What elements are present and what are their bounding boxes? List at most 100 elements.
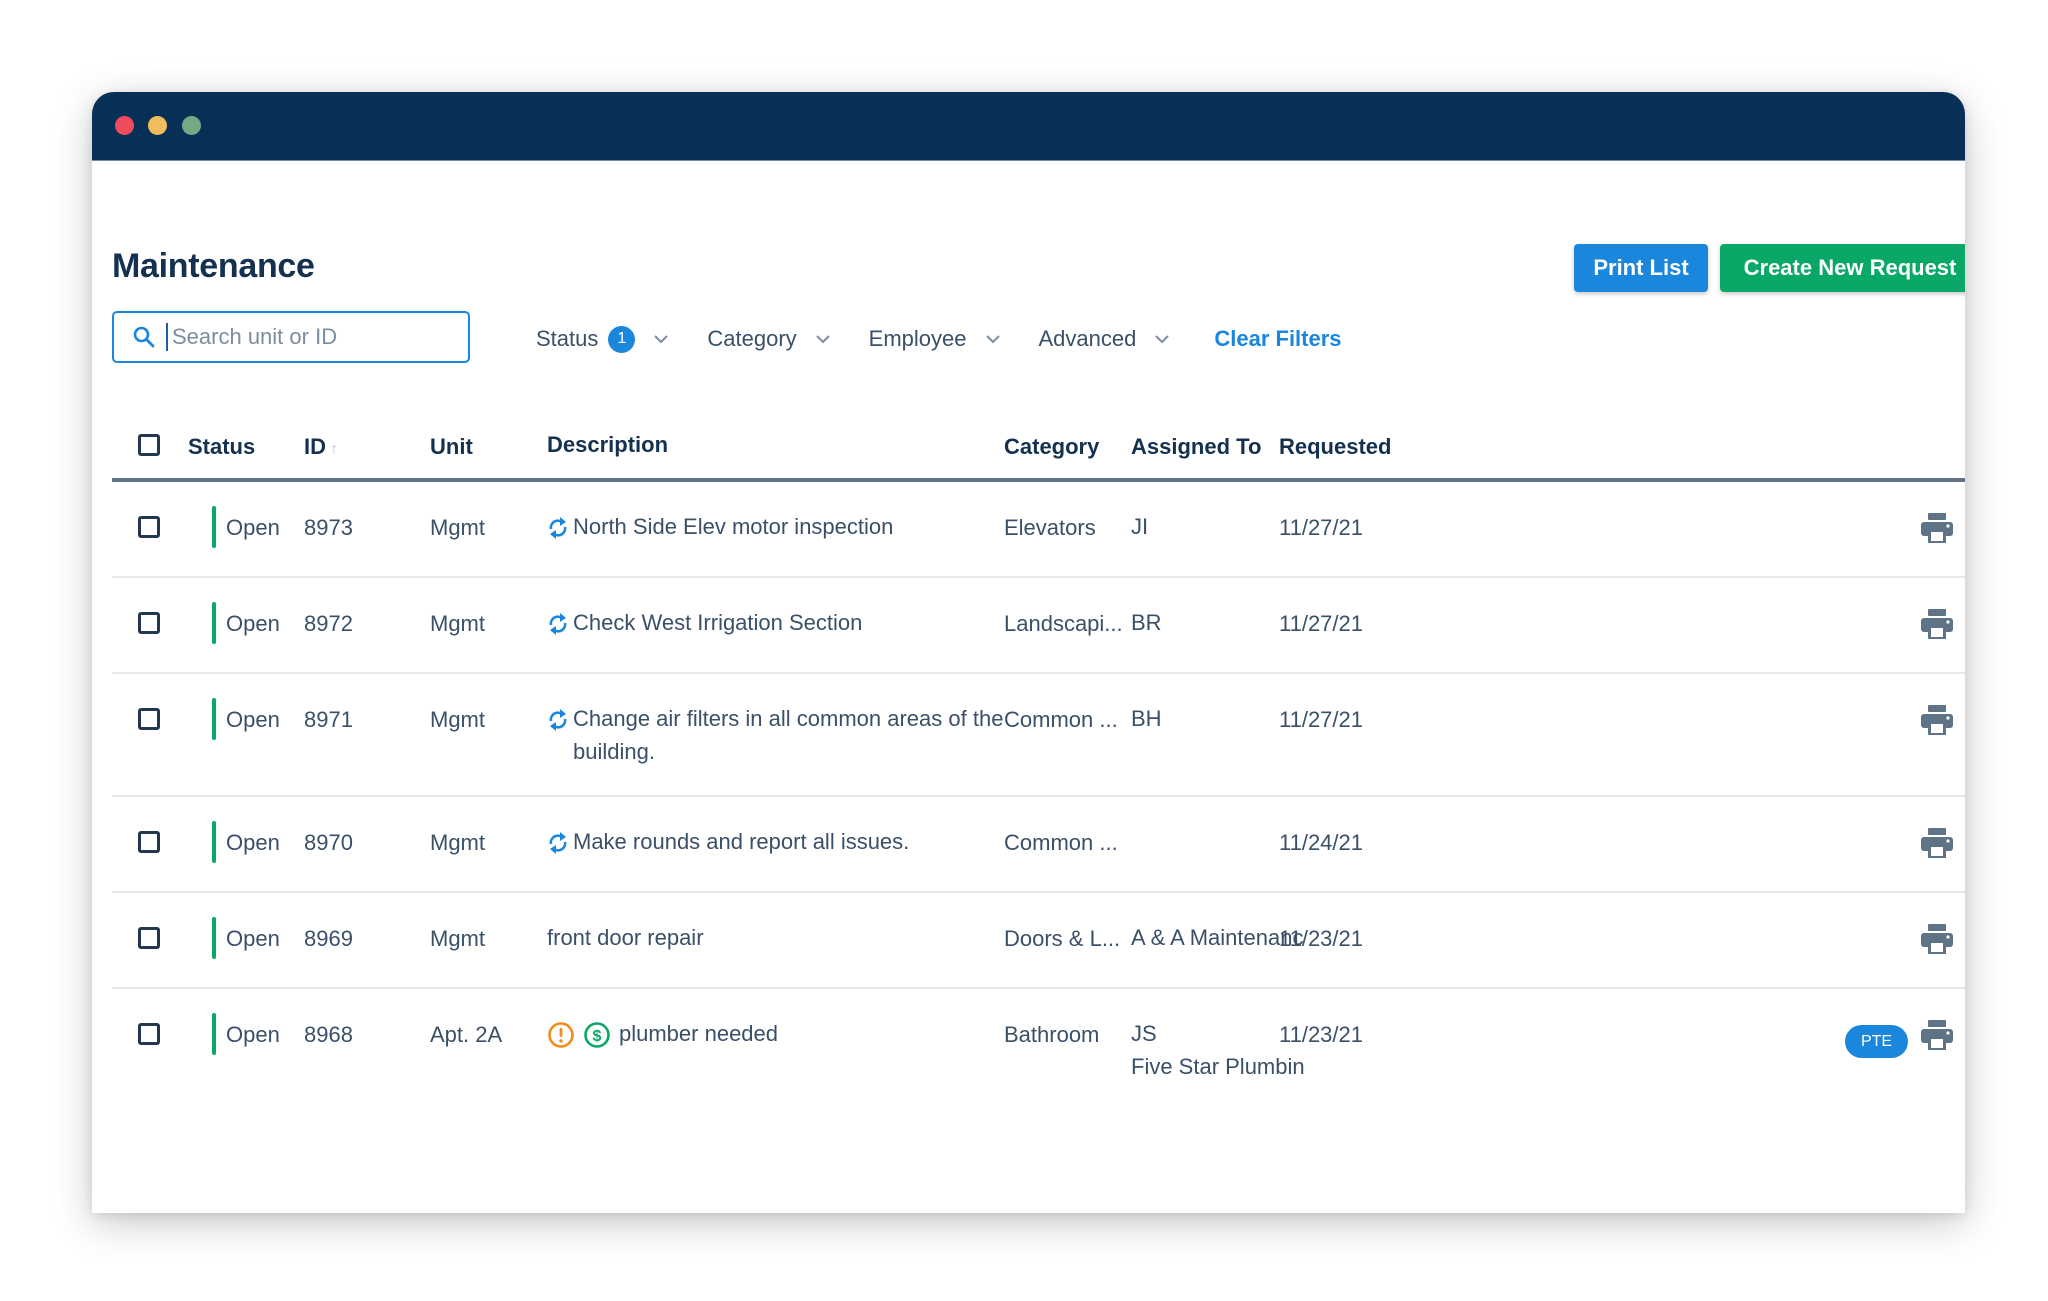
description-cell: $ plumber needed [547, 1017, 1017, 1058]
urgent-alert-icon [548, 1022, 574, 1048]
description-text: Change air filters in all common areas o… [573, 706, 1004, 764]
status-indicator [212, 1013, 216, 1055]
row-checkbox[interactable] [138, 612, 160, 634]
table-row[interactable]: Open 8972 Mgmt Check West Irrigation Sec… [112, 578, 1965, 674]
column-header-id-label: ID [304, 434, 326, 459]
category-cell: Common ... [1004, 830, 1118, 855]
assignee-name: BR [1131, 610, 1162, 635]
id-cell: 8971 [304, 707, 353, 732]
row-checkbox[interactable] [138, 708, 160, 730]
search-input[interactable] [170, 323, 434, 351]
printer-icon [1921, 828, 1953, 858]
description-cell: Check West Irrigation Section [547, 606, 1017, 645]
chevron-down-icon [654, 335, 669, 344]
row-checkbox[interactable] [138, 831, 160, 853]
table-row[interactable]: Open 8969 Mgmt front door repair Doors &… [112, 893, 1965, 989]
table-row[interactable]: Open 8971 Mgmt Change air filters in all… [112, 674, 1965, 797]
id-cell: 8970 [304, 830, 353, 855]
maintenance-table: Status ID ↑ Unit Description Category Ass… [112, 412, 1965, 1109]
minimize-window-button[interactable] [148, 116, 167, 135]
requested-date-cell: 11/27/21 [1279, 515, 1364, 540]
assignee-name: JI [1131, 514, 1149, 539]
advanced-filter-label: Advanced [1038, 326, 1137, 351]
assignee-name: A & A Maintenanc [1131, 925, 1304, 950]
vendor-name: Five Star Plumbin [1131, 1054, 1305, 1079]
billable-dollar-icon: $ [584, 1022, 610, 1048]
title-bar [92, 92, 1965, 161]
description-text: Make rounds and report all issues. [573, 829, 910, 854]
assigned-to-cell: JI [1131, 510, 1148, 543]
select-all-checkbox[interactable] [138, 434, 160, 456]
column-header-status[interactable]: Status [188, 434, 255, 460]
column-header-unit[interactable]: Unit [430, 434, 473, 460]
requested-date-cell: 11/23/21 [1279, 1022, 1364, 1047]
unit-cell: Mgmt [430, 707, 485, 732]
table-row[interactable]: Open 8973 Mgmt North Side Elev motor ins… [112, 482, 1965, 578]
assigned-to-cell: BH [1131, 702, 1162, 735]
row-checkbox[interactable] [138, 927, 160, 949]
id-cell: 8968 [304, 1022, 353, 1047]
description-cell: Change air filters in all common areas o… [547, 702, 1017, 768]
assignee-name: BH [1131, 706, 1162, 731]
column-header-assigned-to[interactable]: Assigned To [1131, 434, 1261, 460]
unit-cell: Mgmt [430, 515, 485, 540]
category-cell: Bathroom [1004, 1022, 1100, 1047]
status-cell: Open [226, 926, 280, 951]
category-filter-dropdown[interactable]: Category [707, 326, 830, 352]
printer-icon [1921, 513, 1953, 543]
maximize-window-button[interactable] [182, 116, 201, 135]
print-request-button[interactable] [1920, 923, 1954, 960]
category-cell: Landscapi... [1004, 611, 1123, 636]
table-row[interactable]: Open 8968 Apt. 2A $ plumber needed Bathro… [112, 989, 1965, 1109]
create-new-request-button[interactable]: Create New Request [1720, 244, 1965, 292]
search-field[interactable] [112, 311, 470, 363]
advanced-filter-dropdown[interactable]: Advanced [1039, 326, 1171, 352]
clear-filters-link[interactable]: Clear Filters [1214, 326, 1341, 352]
printer-icon [1921, 609, 1953, 639]
description-cell: Make rounds and report all issues. [547, 825, 1017, 864]
close-window-button[interactable] [115, 116, 134, 135]
status-filter-dropdown[interactable]: Status 1 [536, 325, 669, 353]
print-list-button[interactable]: Print List [1574, 244, 1708, 292]
row-checkbox[interactable] [138, 516, 160, 538]
printer-icon [1921, 1020, 1953, 1050]
unit-cell: Apt. 2A [430, 1022, 503, 1047]
column-header-id[interactable]: ID ↑ [304, 434, 338, 460]
table-row[interactable]: Open 8970 Mgmt Make rounds and report al… [112, 797, 1965, 893]
chevron-down-icon [815, 335, 830, 344]
row-checkbox[interactable] [138, 1023, 160, 1045]
page-title: Maintenance [112, 247, 315, 285]
status-cell: Open [226, 515, 280, 540]
print-request-button[interactable] [1920, 608, 1954, 645]
filter-bar: Status 1 Category Employee Advanced Clea… [536, 320, 1342, 358]
category-cell: Elevators [1004, 515, 1096, 540]
print-request-button[interactable] [1920, 512, 1954, 549]
table-body: Open 8973 Mgmt North Side Elev motor ins… [112, 482, 1965, 1109]
printer-icon [1921, 924, 1953, 954]
search-icon [133, 326, 155, 348]
pte-badge: PTE [1845, 1025, 1908, 1058]
description-cell: North Side Elev motor inspection [547, 510, 1017, 549]
description-text: plumber needed [619, 1021, 779, 1046]
status-filter-count-badge: 1 [608, 325, 636, 353]
column-header-category[interactable]: Category [1004, 434, 1099, 460]
column-header-requested[interactable]: Requested [1279, 434, 1391, 460]
status-indicator [212, 821, 216, 863]
description-text: front door repair [547, 925, 704, 950]
app-window: Maintenance Print List Create New Reques… [92, 92, 1965, 1213]
column-header-description[interactable]: Description [547, 432, 668, 458]
status-indicator [212, 698, 216, 740]
employee-filter-dropdown[interactable]: Employee [869, 326, 1001, 352]
print-request-button[interactable] [1920, 827, 1954, 864]
assigned-to-cell: BR [1131, 606, 1162, 639]
print-request-button[interactable] [1920, 1019, 1954, 1056]
category-cell: Common ... [1004, 707, 1118, 732]
recurring-icon [549, 613, 567, 635]
status-indicator [212, 602, 216, 644]
sort-ascending-icon: ↑ [330, 441, 338, 458]
printer-icon [1921, 705, 1953, 735]
id-cell: 8973 [304, 515, 353, 540]
print-request-button[interactable] [1920, 704, 1954, 741]
status-cell: Open [226, 611, 280, 636]
requested-date-cell: 11/27/21 [1279, 611, 1364, 636]
